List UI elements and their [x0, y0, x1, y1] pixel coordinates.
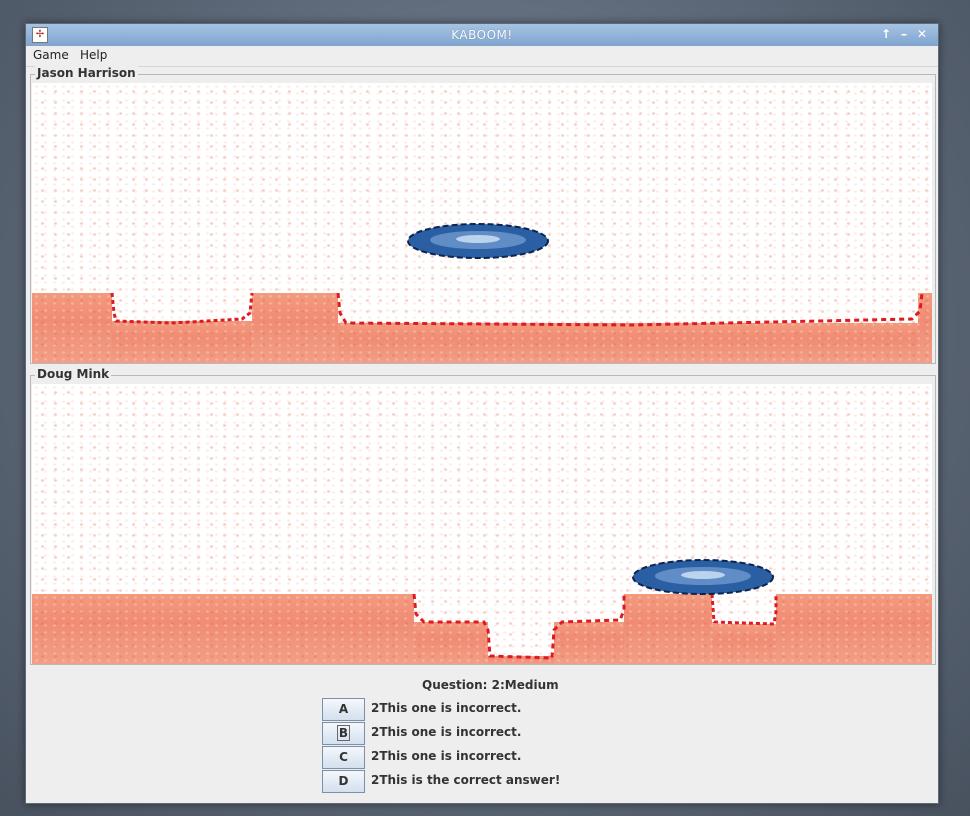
maximize-icon[interactable]: ↑	[879, 27, 893, 41]
player-panel-2: Doug Mink	[30, 367, 936, 665]
answer-c-button[interactable]: C	[322, 746, 365, 769]
player-name: Jason Harrison	[35, 66, 138, 80]
player-panel-1: Jason Harrison	[30, 66, 936, 364]
menu-bar: Game Help	[26, 46, 938, 67]
title-bar[interactable]: ✢ KABOOM! ↑ – ✕	[26, 24, 938, 47]
game-canvas[interactable]	[32, 83, 932, 363]
answer-a-button[interactable]: A	[322, 698, 365, 721]
answer-text: 2This one is incorrect.	[371, 725, 522, 739]
answer-text: 2This one is incorrect.	[371, 701, 522, 715]
close-icon[interactable]: ✕	[915, 27, 929, 41]
minimize-icon[interactable]: –	[897, 27, 911, 41]
menu-help[interactable]: Help	[77, 48, 110, 62]
game-window: ✢ KABOOM! ↑ – ✕ Game Help Jason Harrison	[25, 23, 939, 804]
answer-b-button[interactable]: B	[322, 722, 365, 745]
answer-letter: C	[339, 750, 348, 764]
crater-edges	[412, 593, 778, 660]
answer-letter: B	[336, 725, 351, 741]
window-title: KABOOM!	[451, 28, 513, 42]
game-canvas[interactable]	[32, 384, 932, 664]
player-name: Doug Mink	[35, 367, 112, 381]
answer-text: 2This one is incorrect.	[371, 749, 522, 763]
menu-game[interactable]: Game	[30, 48, 72, 62]
answer-letter: A	[338, 702, 349, 716]
player-ufo-icon	[407, 223, 549, 259]
player-ufo-icon	[632, 559, 774, 595]
answer-letter: D	[338, 774, 349, 788]
answer-d-button[interactable]: D	[322, 770, 365, 793]
question-label: Question: 2:Medium	[422, 678, 559, 692]
answer-text: 2This is the correct answer!	[371, 773, 561, 787]
